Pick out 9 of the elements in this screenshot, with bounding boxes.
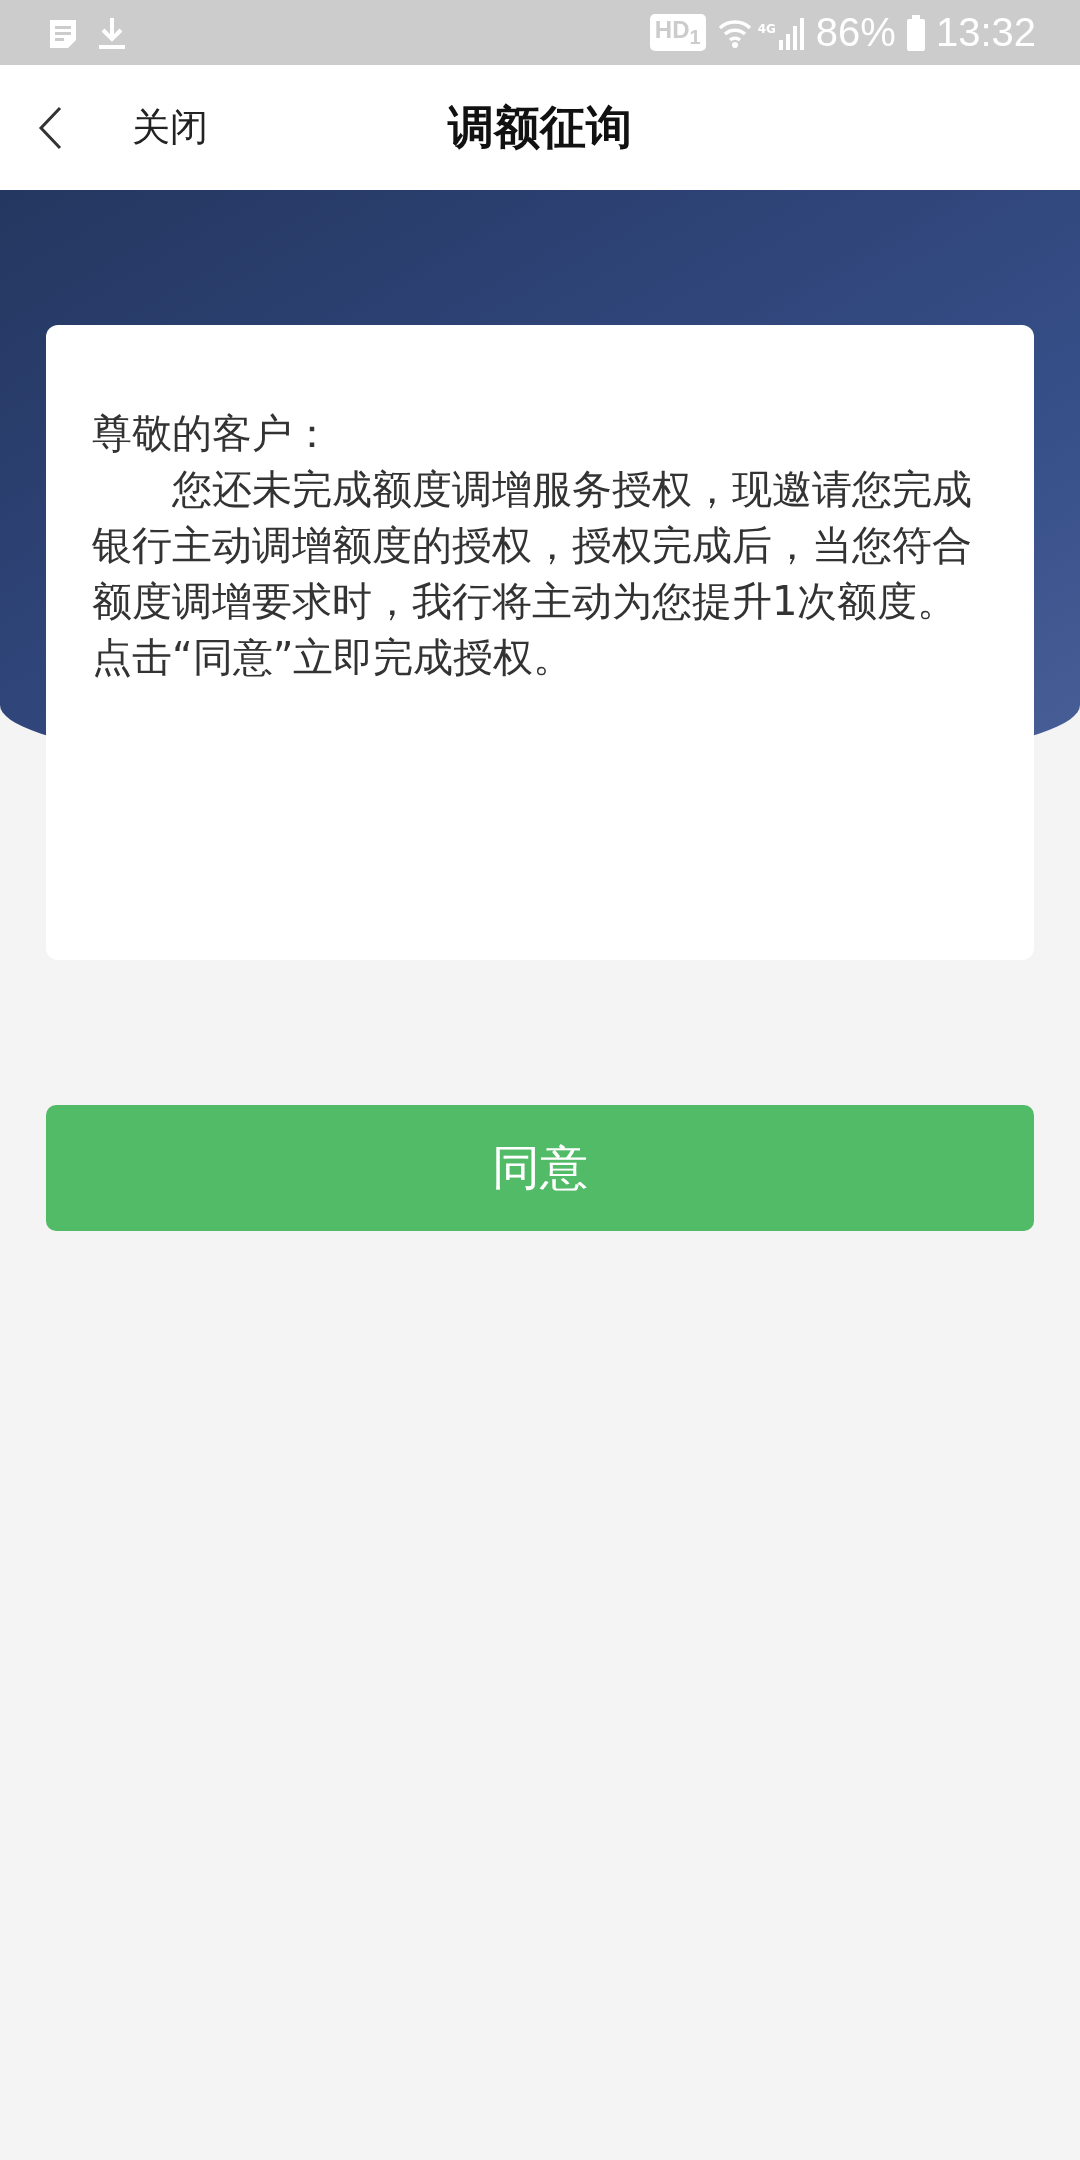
download-icon xyxy=(98,15,126,50)
back-icon[interactable] xyxy=(38,105,62,150)
close-link[interactable]: 关闭 xyxy=(132,102,208,153)
letter-text: 您还未完成额度调增服务授权，现邀请您完成银行主动调增额度的授权，授权完成后，当您符合额度调增要求时，我行将主动为您提升1次额度。点击“同意”立即完成授权。 xyxy=(92,465,973,682)
signal-icon xyxy=(777,15,806,50)
wifi-icon xyxy=(717,17,752,48)
battery-icon xyxy=(905,14,926,51)
greeting-text: 尊敬的客户： xyxy=(92,409,333,458)
page-title: 调额征询 xyxy=(448,98,632,156)
